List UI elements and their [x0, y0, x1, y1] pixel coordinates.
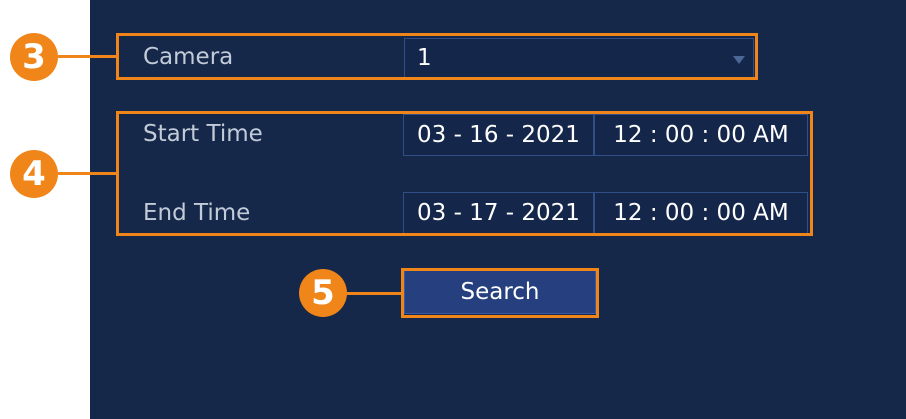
camera-callout-badge: 3	[10, 33, 58, 81]
camera-callout-box	[116, 33, 758, 80]
time-range-callout-box	[116, 111, 813, 236]
search-callout-box	[401, 268, 599, 318]
time-range-callout-badge: 4	[10, 150, 58, 198]
search-callout-leader	[346, 292, 402, 295]
camera-callout-leader	[58, 55, 116, 58]
time-range-callout-leader	[58, 172, 116, 175]
search-callout-badge: 5	[299, 269, 347, 317]
